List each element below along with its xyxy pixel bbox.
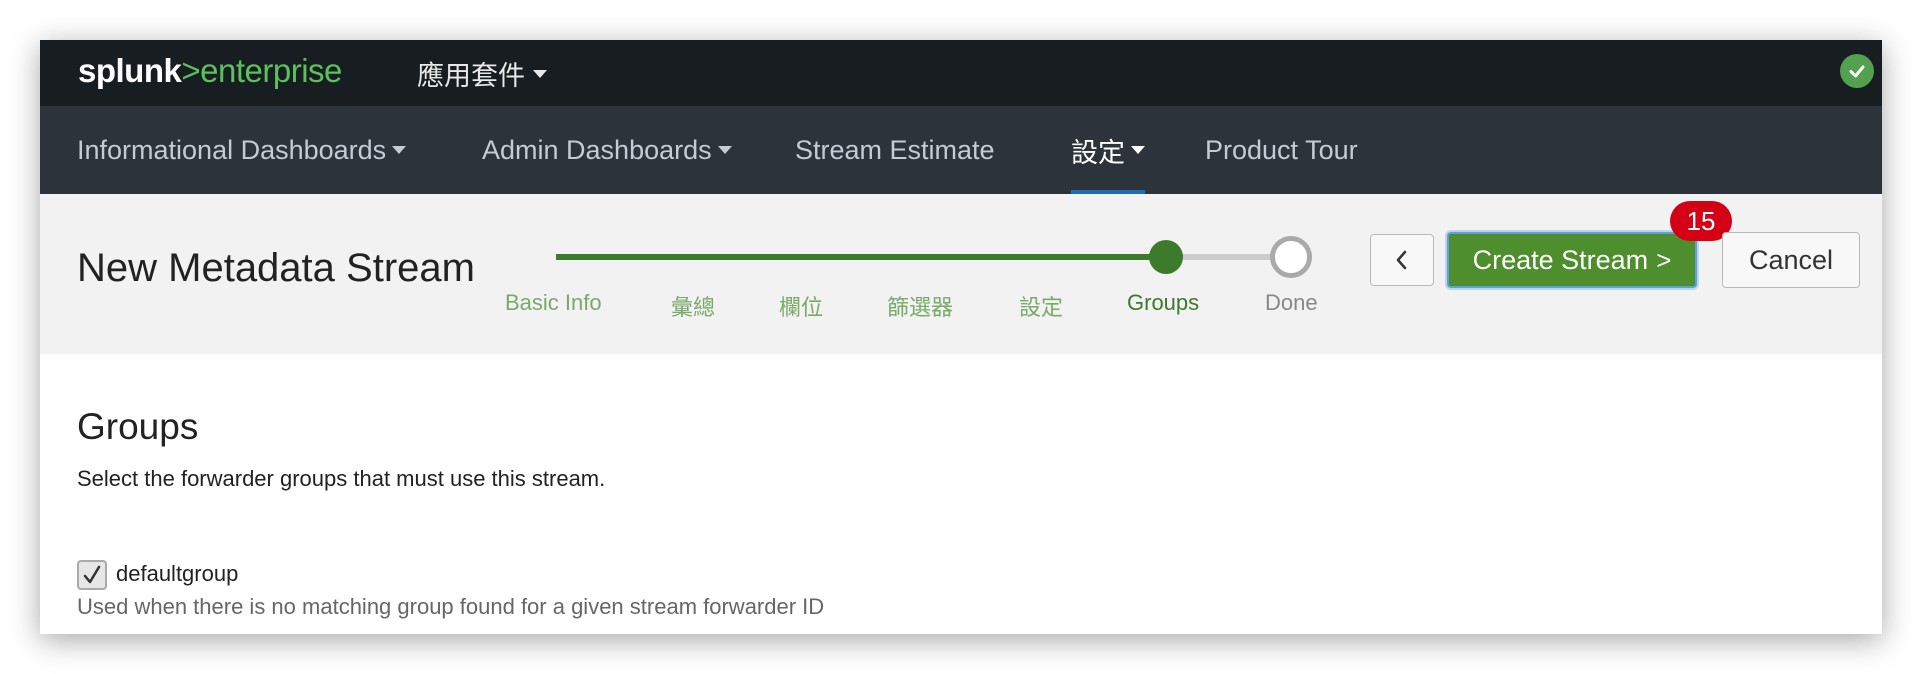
step-done: Done — [1265, 290, 1318, 315]
nav-item-label: Stream Estimate — [795, 134, 995, 165]
nav-informational-dashboards[interactable]: Informational Dashboards — [77, 106, 407, 194]
step-filters[interactable]: 篩選器 — [887, 290, 953, 322]
create-stream-button[interactable]: Create Stream > — [1447, 232, 1697, 288]
nav-item-label: Product Tour — [1205, 134, 1358, 165]
nav-item-label: Admin Dashboards — [482, 134, 712, 165]
nav-item-label: Informational Dashboards — [77, 134, 387, 165]
apps-menu-label: 應用套件 — [417, 61, 525, 91]
logo-text-enterprise: enterprise — [200, 52, 342, 89]
back-button[interactable] — [1370, 234, 1434, 286]
cancel-button[interactable]: Cancel — [1722, 232, 1860, 288]
logo-text-splunk: splunk — [78, 52, 182, 89]
chevron-right-icon: > — [1656, 244, 1672, 275]
apps-menu[interactable]: 應用套件 — [417, 54, 547, 93]
top-bar: splunk>enterprise 應用套件 — [40, 40, 1882, 106]
page-title: New Metadata Stream — [77, 246, 475, 290]
nav-product-tour[interactable]: Product Tour — [1205, 106, 1358, 194]
step-current-dot — [1149, 240, 1183, 274]
step-basic-info[interactable]: Basic Info — [505, 290, 602, 316]
step-fields[interactable]: 欄位 — [779, 290, 823, 322]
step-settings[interactable]: 設定 — [1019, 290, 1063, 322]
app-window: splunk>enterprise 應用套件 Informational Das… — [40, 40, 1882, 634]
section-title: Groups — [77, 406, 199, 447]
health-status-icon[interactable] — [1840, 54, 1874, 88]
nav-admin-dashboards[interactable]: Admin Dashboards — [482, 106, 732, 194]
defaultgroup-label[interactable]: defaultgroup — [116, 561, 238, 587]
step-groups: Groups — [1127, 290, 1200, 315]
checkmark-icon — [1849, 65, 1865, 78]
step-aggregation[interactable]: 彙總 — [671, 290, 715, 322]
splunk-logo[interactable]: splunk>enterprise — [78, 52, 342, 90]
logo-text-chevron: > — [181, 52, 201, 89]
caret-down-icon — [717, 146, 732, 154]
app-nav-bar: Informational Dashboards Admin Dashboard… — [40, 106, 1882, 194]
step-done-dot — [1270, 236, 1312, 278]
nav-item-label: 設定 — [1071, 137, 1125, 168]
groups-section: Groups Select the forwarder groups that … — [40, 354, 1882, 634]
checkmark-icon — [83, 565, 101, 584]
caret-down-icon — [1131, 146, 1145, 154]
section-description: Select the forwarder groups that must us… — [77, 466, 606, 491]
create-stream-label: Create Stream — [1472, 244, 1649, 275]
step-progress-fill — [556, 254, 1166, 260]
wizard-header: New Metadata Stream Basic Info 彙總 欄位 篩選器… — [40, 194, 1882, 354]
defaultgroup-help-text: Used when there is no matching group fou… — [77, 594, 825, 619]
caret-down-icon — [533, 69, 547, 78]
chevron-left-icon — [1396, 250, 1407, 270]
nav-stream-estimate[interactable]: Stream Estimate — [795, 106, 995, 194]
caret-down-icon — [392, 146, 407, 154]
defaultgroup-checkbox[interactable] — [77, 560, 107, 590]
nav-settings[interactable]: 設定 — [1071, 106, 1145, 194]
